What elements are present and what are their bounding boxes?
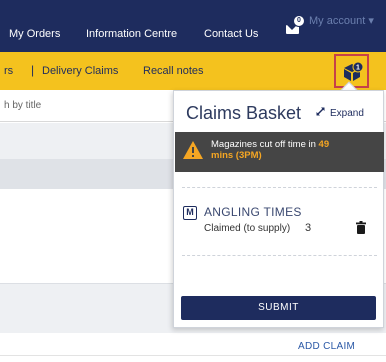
divider [182, 187, 377, 188]
basket-box-icon: 1 [344, 61, 364, 81]
claims-basket-panel: Claims Basket Expand Magazines cut off t… [173, 90, 384, 328]
cutoff-message: Magazines cut off time in 49 mins (3PM) [211, 139, 379, 161]
item-title: ANGLING TIMES [204, 205, 302, 219]
divider [182, 255, 377, 256]
item-status: Claimed (to supply) [204, 223, 291, 234]
expand-button[interactable]: Expand [315, 106, 364, 119]
chevron-down-icon: ▾ [368, 15, 374, 27]
item-quantity: 3 [305, 222, 312, 234]
expand-icon [315, 106, 326, 117]
expand-label: Expand [330, 108, 364, 119]
subnav-item-truncated[interactable]: rs [4, 65, 13, 77]
nav-information-centre[interactable]: Information Centre [86, 28, 177, 40]
search-input[interactable]: h by title [4, 100, 41, 111]
notification-count-badge: 0 [293, 15, 305, 27]
nav-contact-us[interactable]: Contact Us [204, 28, 258, 40]
basket-count-badge: 1 [356, 65, 360, 72]
subnav-delivery-claims[interactable]: Delivery Claims [42, 65, 118, 77]
claims-basket-button[interactable]: 1 [334, 54, 369, 88]
subnav-recall-notes[interactable]: Recall notes [143, 65, 204, 77]
submit-button[interactable]: SUBMIT [181, 296, 376, 320]
add-claim-link[interactable]: ADD CLAIM [298, 341, 355, 352]
nav-my-orders[interactable]: My Orders [9, 28, 60, 40]
my-account-menu[interactable]: My account ▾ [309, 14, 374, 27]
magazine-type-badge: M [183, 206, 197, 220]
my-account-label: My account [309, 15, 366, 27]
top-navigation-bar: My Orders Information Centre Contact Us … [0, 0, 386, 52]
cutoff-warning-banner: Magazines cut off time in 49 mins (3PM) [175, 132, 384, 172]
divider [0, 355, 386, 356]
warning-icon [183, 141, 203, 159]
cutoff-minutes: 49 [318, 139, 330, 150]
cutoff-unit: mins (3PM) [211, 150, 262, 161]
trash-icon[interactable] [356, 221, 366, 234]
panel-title: Claims Basket [186, 103, 302, 123]
subnav-separator: | [31, 63, 35, 77]
cutoff-prefix: Magazines cut off time in [211, 139, 316, 150]
sub-navigation-bar: rs | Delivery Claims Recall notes [0, 52, 386, 90]
